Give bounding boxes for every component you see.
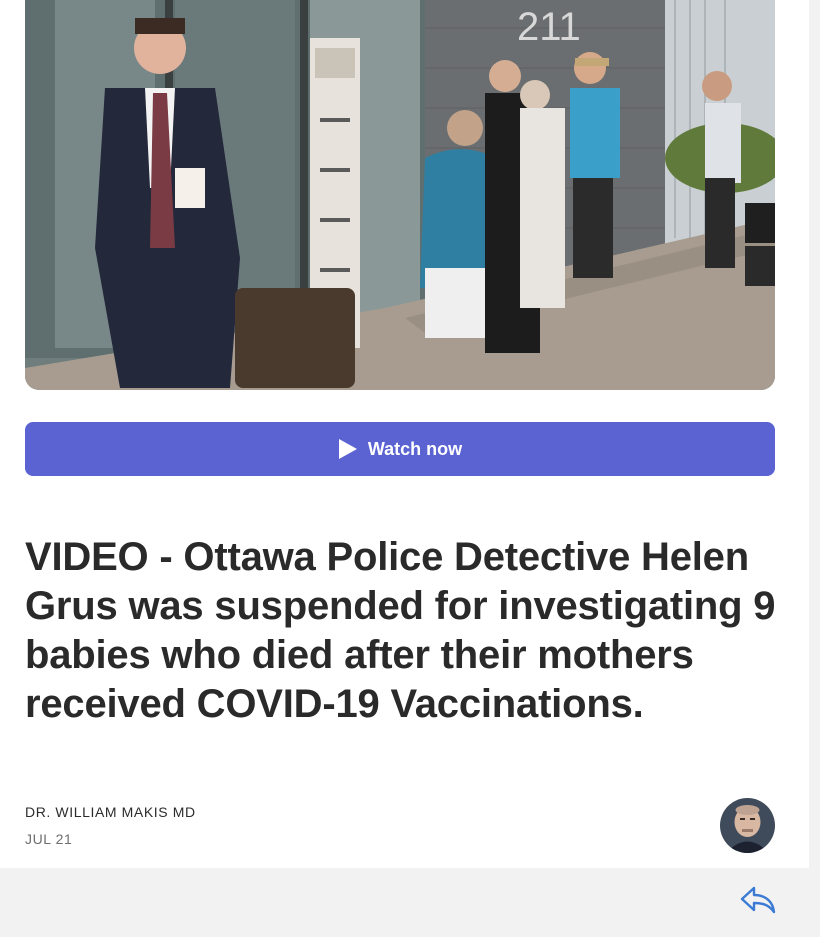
play-icon <box>338 439 357 459</box>
watch-now-label: Watch now <box>367 438 463 459</box>
author-name[interactable]: DR. WILLIAM MAKIS MD <box>25 804 196 820</box>
building-number: 211 <box>517 5 581 49</box>
share-reply-icon <box>740 886 776 914</box>
post-date: JUL 21 <box>25 831 73 847</box>
footer-bar <box>0 868 820 937</box>
share-button[interactable] <box>738 882 778 918</box>
scrollbar-track[interactable] <box>809 0 820 868</box>
video-thumbnail[interactable]: 211 <box>25 0 775 390</box>
post-title[interactable]: VIDEO - Ottawa Police Detective Helen Gr… <box>25 533 790 729</box>
watch-now-button[interactable]: Watch now <box>25 422 775 476</box>
author-avatar[interactable] <box>720 798 775 853</box>
